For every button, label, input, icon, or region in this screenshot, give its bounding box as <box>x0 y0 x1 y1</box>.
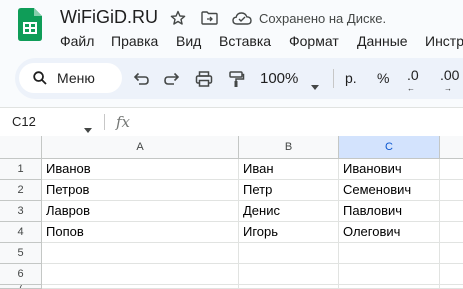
menu-search-label: Меню <box>57 70 95 86</box>
toolbar: Меню 100% р. % .0 ← .00 → <box>15 58 463 99</box>
cloud-saved-icon[interactable] <box>232 12 252 25</box>
increase-decimal-button[interactable]: .00 → <box>440 67 460 93</box>
increase-decimal-label: .00 <box>440 67 460 83</box>
formula-bar: C12 fx <box>0 107 463 137</box>
currency-format-button[interactable]: р. <box>345 70 357 86</box>
zoom-dropdown-icon[interactable] <box>311 77 319 90</box>
toolbar-divider <box>333 69 334 88</box>
row-header[interactable]: 5 <box>0 243 42 264</box>
arrow-right-icon: → <box>444 84 452 93</box>
menu-view[interactable]: Вид <box>176 33 201 49</box>
column-header-d[interactable] <box>440 136 463 159</box>
cell-d1[interactable] <box>440 159 463 180</box>
name-box-dropdown-icon[interactable] <box>84 120 92 133</box>
search-icon <box>33 71 47 85</box>
cell-c1[interactable]: Иванович <box>339 159 440 180</box>
menu-tools[interactable]: Инстр <box>425 33 463 49</box>
fx-icon: fx <box>116 113 131 131</box>
cell-d7[interactable] <box>440 285 463 289</box>
column-header-a[interactable]: A <box>42 136 239 159</box>
decrease-decimal-label: .0 <box>407 67 419 83</box>
redo-icon[interactable] <box>163 70 181 88</box>
document-title[interactable]: WiFiGiD.RU <box>60 7 158 28</box>
row-header[interactable]: 3 <box>0 201 42 222</box>
paint-format-icon[interactable] <box>227 70 245 88</box>
cell-c7[interactable] <box>339 285 440 289</box>
arrow-left-icon: ← <box>407 84 415 93</box>
menu-data[interactable]: Данные <box>357 33 408 49</box>
formula-divider <box>104 114 105 130</box>
cell-c6[interactable] <box>339 264 440 285</box>
cell-c5[interactable] <box>339 243 440 264</box>
cell-d6[interactable] <box>440 264 463 285</box>
menu-format[interactable]: Формат <box>289 33 339 49</box>
cell-c4[interactable]: Олегович <box>339 222 440 243</box>
cell-a2[interactable]: Петров <box>42 180 239 201</box>
row-header[interactable]: 4 <box>0 222 42 243</box>
row-header[interactable]: 6 <box>0 264 42 285</box>
star-icon[interactable] <box>170 10 186 26</box>
cell-d4[interactable] <box>440 222 463 243</box>
cell-d2[interactable] <box>440 180 463 201</box>
spreadsheet-grid: A B C 1 Иванов Иван Иванович 2 Петров Пе… <box>0 136 463 289</box>
cell-a7[interactable] <box>42 285 239 289</box>
select-all-corner[interactable] <box>0 136 42 159</box>
row-header[interactable]: 1 <box>0 159 42 180</box>
menu-insert[interactable]: Вставка <box>219 33 271 49</box>
cell-c3[interactable]: Павлович <box>339 201 440 222</box>
column-header-b[interactable]: B <box>239 136 339 159</box>
row-header[interactable]: 2 <box>0 180 42 201</box>
cell-b7[interactable] <box>239 285 339 289</box>
cell-a3[interactable]: Лавров <box>42 201 239 222</box>
percent-format-button[interactable]: % <box>377 70 389 86</box>
menu-edit[interactable]: Правка <box>111 33 158 49</box>
save-status: Сохранено на Диске. <box>259 11 387 26</box>
cell-d3[interactable] <box>440 201 463 222</box>
menu-file[interactable]: Файл <box>60 33 94 49</box>
cell-a5[interactable] <box>42 243 239 264</box>
menu-search-button[interactable]: Меню <box>19 63 122 93</box>
cell-b6[interactable] <box>239 264 339 285</box>
cell-a1[interactable]: Иванов <box>42 159 239 180</box>
print-icon[interactable] <box>195 70 213 88</box>
name-box[interactable]: C12 <box>12 114 36 129</box>
cell-b3[interactable]: Денис <box>239 201 339 222</box>
google-sheets-logo-icon[interactable] <box>18 8 42 41</box>
column-header-c[interactable]: C <box>339 136 440 159</box>
cell-b5[interactable] <box>239 243 339 264</box>
undo-icon[interactable] <box>132 70 150 88</box>
decrease-decimal-button[interactable]: .0 ← <box>407 67 419 93</box>
cell-a4[interactable]: Попов <box>42 222 239 243</box>
row-header[interactable]: 7 <box>0 285 42 289</box>
cell-d5[interactable] <box>440 243 463 264</box>
cell-b2[interactable]: Петр <box>239 180 339 201</box>
cell-b4[interactable]: Игорь <box>239 222 339 243</box>
zoom-select[interactable]: 100% <box>260 70 298 87</box>
cell-c2[interactable]: Семенович <box>339 180 440 201</box>
move-to-folder-icon[interactable] <box>201 11 218 25</box>
cell-a6[interactable] <box>42 264 239 285</box>
cell-b1[interactable]: Иван <box>239 159 339 180</box>
